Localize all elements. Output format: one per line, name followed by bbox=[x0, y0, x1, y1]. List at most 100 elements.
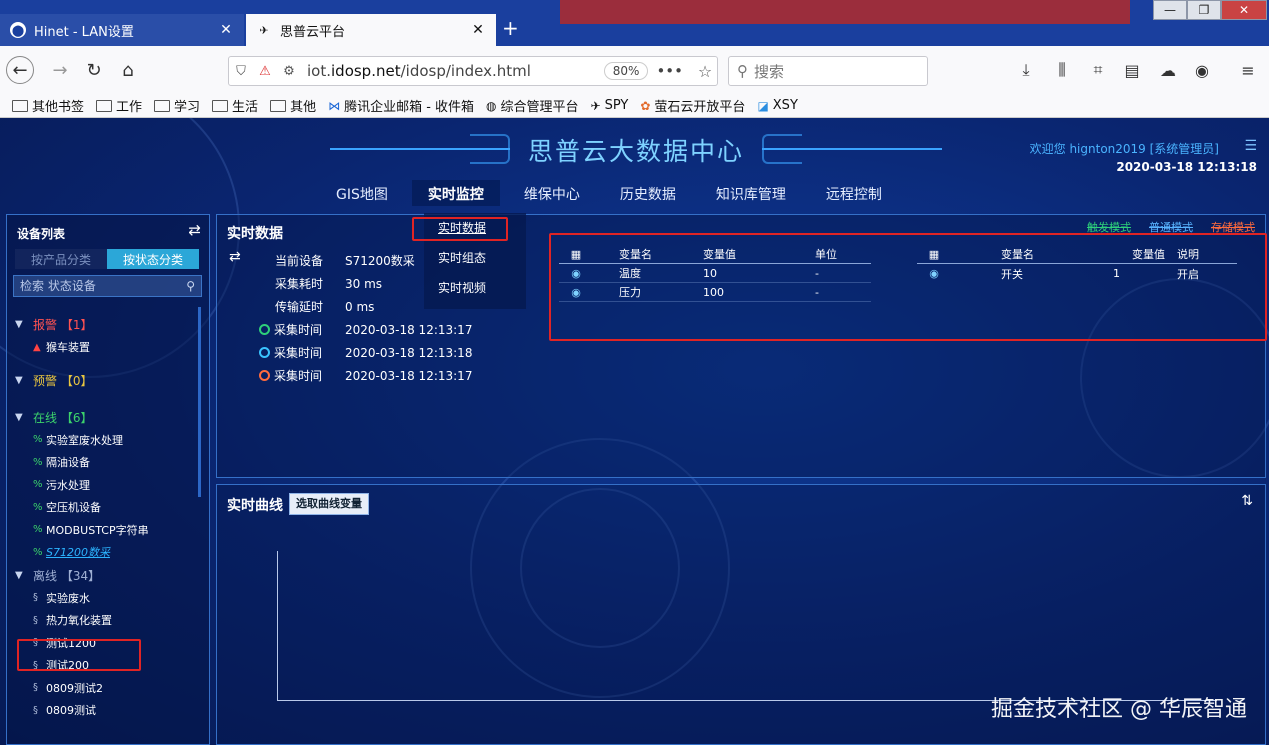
header-line bbox=[762, 148, 942, 150]
address-bar[interactable]: ⛉ ⚠ ⚙ iot.idosp.net/idosp/index.html 80%… bbox=[228, 56, 718, 86]
scrollbar[interactable] bbox=[198, 307, 201, 497]
page-actions-icon[interactable]: ••• bbox=[656, 62, 683, 80]
bookmarks-bar: 其他书签 工作 学习 生活 其他 ⋈ 腾讯企业邮箱 - 收件箱 ◍ 综合管理平台 ✈… bbox=[0, 94, 1269, 118]
bookmark-link[interactable]: ◍ 综合管理平台 bbox=[486, 96, 579, 116]
globe-icon: ◍ bbox=[486, 98, 497, 113]
group-alarm[interactable]: ▼ 报警 【1】 bbox=[15, 313, 195, 336]
tab-hinet[interactable]: ⬤ Hinet - LAN设置 ✕ bbox=[0, 14, 244, 46]
device-item[interactable]: % 空压机设备 bbox=[15, 496, 195, 519]
by-status-button[interactable]: 按状态分类 bbox=[107, 249, 199, 269]
bookmark-link[interactable]: ✿ 萤石云开放平台 bbox=[640, 96, 745, 116]
folder-icon bbox=[212, 99, 229, 112]
nav-maintenance[interactable]: 维保中心 bbox=[508, 180, 596, 206]
library-icon[interactable]: ⫼ bbox=[1050, 58, 1074, 82]
list-menu-icon[interactable]: ☰ bbox=[1244, 138, 1257, 154]
permissions-icon[interactable]: ⚙ bbox=[277, 64, 301, 79]
device-item[interactable]: § 0809测试2 bbox=[15, 677, 195, 700]
account-icon[interactable]: ◉ bbox=[1190, 58, 1214, 82]
swap-icon[interactable]: ⇄ bbox=[229, 249, 241, 265]
device-item[interactable]: § 实验废水 bbox=[15, 587, 195, 610]
nav-history-data[interactable]: 历史数据 bbox=[604, 180, 692, 206]
home-icon[interactable]: ⌂ bbox=[114, 56, 142, 84]
chat-icon[interactable]: ☁ bbox=[1156, 58, 1180, 82]
device-item-selected[interactable]: % S71200数采 bbox=[15, 541, 195, 564]
device-item[interactable]: § 热力氧化装置 bbox=[15, 609, 195, 632]
status-dot-icon bbox=[259, 370, 270, 381]
insecure-icon[interactable]: ⚠ bbox=[253, 64, 277, 79]
forward-icon[interactable]: → bbox=[46, 56, 74, 84]
bookmark-folder[interactable]: 工作 bbox=[96, 96, 142, 115]
close-icon[interactable]: ✕ bbox=[470, 22, 486, 38]
bookmark-link[interactable]: ⋈ 腾讯企业邮箱 - 收件箱 bbox=[328, 96, 474, 116]
group-prealarm[interactable]: ▼ 预警 【0】 bbox=[15, 369, 195, 392]
unlink-icon: § bbox=[33, 682, 38, 694]
tab-title: 思普云平台 bbox=[280, 24, 346, 40]
sort-icon[interactable]: ⇅ bbox=[1241, 493, 1253, 509]
time-row: 采集时间 2020-03-18 12:13:17 bbox=[257, 318, 477, 341]
link-icon: % bbox=[33, 434, 43, 446]
device-item[interactable]: % 隔油设备 bbox=[15, 451, 195, 474]
download-icon[interactable]: ⤓ bbox=[1014, 58, 1038, 82]
bookmark-folder[interactable]: 其他书签 bbox=[12, 96, 84, 115]
search-icon[interactable]: ⚲ bbox=[186, 276, 195, 296]
new-tab-icon[interactable]: + bbox=[502, 16, 519, 40]
nav-knowledge-base[interactable]: 知识库管理 bbox=[700, 180, 802, 206]
close-window-icon[interactable]: ✕ bbox=[1221, 0, 1267, 20]
device-item[interactable]: ▲ 猴车装置 bbox=[15, 336, 195, 359]
shield-icon[interactable]: ⛉ bbox=[229, 64, 253, 79]
device-item[interactable]: % 污水处理 bbox=[15, 474, 195, 497]
time-row: 采集时间 2020-03-18 12:13:17 bbox=[257, 364, 477, 387]
reload-icon[interactable]: ↻ bbox=[80, 56, 108, 84]
swap-icon[interactable]: ⇄ bbox=[188, 221, 201, 239]
unlink-icon: § bbox=[33, 614, 38, 626]
close-icon[interactable]: ✕ bbox=[218, 22, 234, 38]
category-toggle: 按产品分类 按状态分类 bbox=[15, 249, 199, 269]
zoom-indicator[interactable]: 80% bbox=[603, 62, 649, 80]
watermark: 掘金技术社区 @ 华辰智通 bbox=[991, 697, 1247, 722]
ezviz-icon: ✿ bbox=[640, 98, 651, 113]
device-item[interactable]: % MODBUSTCP字符串 bbox=[15, 519, 195, 542]
group-offline[interactable]: ▼ 离线 【34】 bbox=[15, 564, 195, 587]
nav-remote-control[interactable]: 远程控制 bbox=[810, 180, 898, 206]
tab-sipuyun[interactable]: ✈ 思普云平台 ✕ bbox=[246, 14, 496, 46]
sidebar-icon[interactable]: ▤ bbox=[1120, 58, 1144, 82]
window-controls: — ❐ ✕ bbox=[1153, 0, 1267, 20]
url-text[interactable]: iot.idosp.net/idosp/index.html bbox=[307, 62, 604, 80]
screenshot-icon[interactable]: ⌗ bbox=[1086, 58, 1110, 82]
search-input[interactable]: ⚲ 搜索 bbox=[728, 56, 928, 86]
bookmark-link[interactable]: ◪ XSY bbox=[757, 98, 797, 113]
restore-icon[interactable]: ❐ bbox=[1187, 0, 1221, 20]
browser-tabbar: ⬤ Hinet - LAN设置 ✕ ✈ 思普云平台 ✕ + — ❐ ✕ bbox=[0, 0, 1269, 46]
group-online[interactable]: ▼ 在线 【6】 bbox=[15, 406, 195, 429]
realtime-curve-title: 实时曲线 bbox=[227, 498, 283, 514]
bookmark-folder[interactable]: 其他 bbox=[270, 96, 316, 115]
submenu-realtime-video[interactable]: 实时视频 bbox=[424, 273, 526, 303]
background-window-strip bbox=[560, 0, 1130, 24]
minimize-icon[interactable]: — bbox=[1153, 0, 1187, 20]
select-curve-variable-button[interactable]: 选取曲线变量 bbox=[289, 493, 369, 515]
nav-realtime-monitor[interactable]: 实时监控 bbox=[411, 180, 500, 206]
device-item[interactable]: § 0809测试 bbox=[15, 699, 195, 722]
app-header: 思普云大数据中心 欢迎您 hignton2019 [系统管理员] ☰ 2020-… bbox=[0, 118, 1269, 178]
back-icon[interactable]: ← bbox=[6, 56, 34, 84]
device-search-input[interactable]: 检索 状态设备 ⚲ bbox=[13, 275, 202, 297]
bookmark-star-icon[interactable]: ☆ bbox=[693, 62, 717, 81]
status-dot-icon bbox=[259, 324, 270, 335]
link-icon: % bbox=[33, 546, 43, 558]
bookmark-folder[interactable]: 生活 bbox=[212, 96, 258, 115]
by-product-button[interactable]: 按产品分类 bbox=[15, 249, 107, 269]
current-datetime: 2020-03-18 12:13:18 bbox=[1116, 160, 1257, 174]
device-item[interactable]: % 实验室废水处理 bbox=[15, 429, 195, 452]
menu-icon[interactable]: ≡ bbox=[1236, 58, 1260, 82]
tab-title: Hinet - LAN设置 bbox=[34, 24, 134, 40]
realtime-data-panel: 实时数据 ⇄ 触发模式 普通模式 存储模式 当前设备 S71200数采 采集耗时 3… bbox=[216, 214, 1267, 478]
link-icon: % bbox=[33, 524, 43, 536]
device-list-heading: 设备列表 bbox=[17, 227, 66, 241]
bookmark-folder[interactable]: 学习 bbox=[154, 96, 200, 115]
chevron-down-icon: ▼ bbox=[15, 411, 23, 423]
warning-icon: ▲ bbox=[33, 341, 41, 353]
submenu-realtime-scada[interactable]: 实时组态 bbox=[424, 243, 526, 273]
nav-gis-map[interactable]: GIS地图 bbox=[320, 180, 404, 206]
welcome-user[interactable]: 欢迎您 hignton2019 [系统管理员] bbox=[1030, 140, 1219, 157]
bookmark-link[interactable]: ✈ SPY bbox=[591, 98, 629, 113]
